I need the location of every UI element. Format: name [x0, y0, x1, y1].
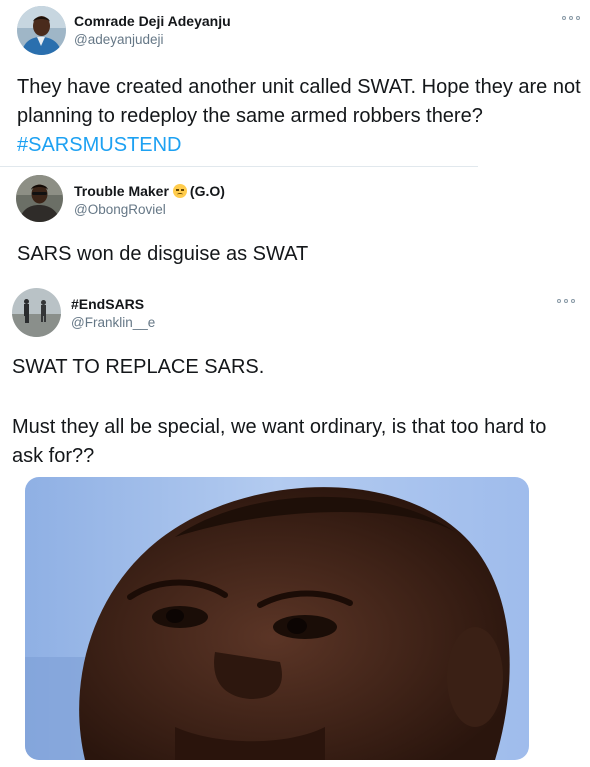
avatar[interactable]	[16, 175, 63, 222]
display-name-suffix: (G.O)	[189, 183, 225, 199]
user-handle[interactable]: @adeyanjudeji	[74, 32, 164, 47]
tweet-text-line-1: SWAT TO REPLACE SARS.	[12, 356, 265, 378]
user-handle[interactable]: @ObongRoviel	[74, 202, 166, 217]
pensive-face-emoji-icon	[172, 184, 187, 198]
avatar[interactable]	[12, 288, 61, 337]
divider	[0, 166, 478, 167]
display-name-text: Trouble Maker	[74, 183, 169, 199]
more-options-icon[interactable]	[557, 297, 575, 305]
user-handle[interactable]: @Franklin__e	[71, 315, 155, 330]
tweet-text-line-2: Must they all be special, we want ordina…	[12, 416, 547, 467]
attached-image[interactable]	[25, 477, 529, 760]
tweet-text: SARS won de disguise as SWAT	[17, 243, 309, 265]
tweet-text: They have created another unit called SW…	[17, 73, 582, 160]
tweet-body: They have created another unit called SW…	[17, 76, 581, 127]
more-options-icon[interactable]	[562, 14, 580, 22]
hashtag-link[interactable]: #SARSMUSTEND	[17, 134, 181, 156]
display-name[interactable]: Comrade Deji Adeyanju	[74, 13, 231, 29]
avatar[interactable]	[17, 6, 66, 55]
display-name[interactable]: Trouble Maker (G.O)	[74, 183, 225, 199]
display-name[interactable]: #EndSARS	[71, 296, 144, 312]
